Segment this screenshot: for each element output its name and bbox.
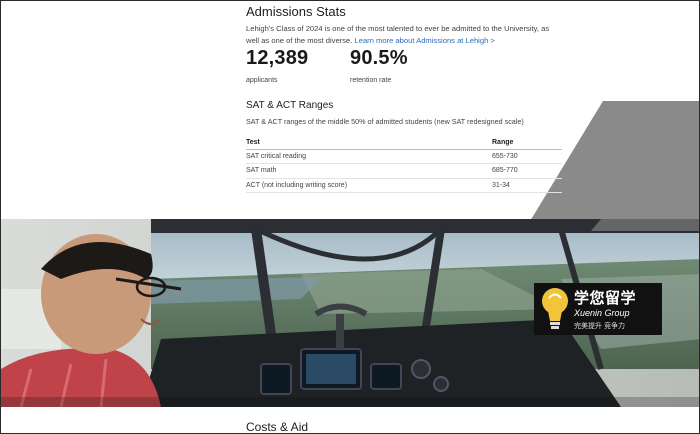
learn-more-admissions-link[interactable]: Learn more about Admissions at Lehigh >: [355, 36, 495, 45]
stat-value: 90.5%: [350, 47, 408, 69]
watermark-title: 学您留学: [574, 290, 637, 307]
page-frame: Admissions Stats Lehigh's Class of 2024 …: [0, 0, 700, 434]
column-header-test: Test: [246, 137, 492, 150]
watermark-tagline: 完美提升 竞争力: [574, 323, 625, 330]
xuenin-group-watermark: 学您留学 Xuenin Group 完美提升 竞争力: [534, 283, 662, 335]
lightbulb-logo-icon: [542, 288, 568, 329]
range-cell: 685-770: [492, 163, 562, 179]
table-row: SAT math 685-770: [246, 163, 562, 179]
stat-value: 12,389: [246, 47, 309, 69]
stat-applicants: 12,389 applicants: [246, 47, 308, 84]
sat-act-table: Test Range SAT critical reading 655-730 …: [246, 137, 562, 193]
costs-aid-heading: Costs & Aid: [246, 420, 309, 434]
admissions-stats-heading: Admissions Stats: [246, 4, 346, 19]
table-header-row: Test Range: [246, 137, 562, 150]
range-cell: 655-730: [492, 149, 562, 164]
admissions-intro: Lehigh's Class of 2024 is one of the mos…: [246, 23, 561, 47]
table-row: SAT critical reading 655-730: [246, 149, 562, 164]
sat-act-heading: SAT & ACT Ranges: [246, 100, 334, 111]
sat-act-description: SAT & ACT ranges of the middle 50% of ad…: [246, 117, 524, 126]
test-cell: SAT critical reading: [246, 149, 492, 164]
range-cell: 31-34: [492, 178, 562, 193]
stat-label: applicants: [246, 77, 278, 84]
stat-label: retention rate: [350, 77, 392, 84]
test-cell: ACT (not including writing score): [246, 178, 492, 193]
watermark-subtitle: Xuenin Group: [574, 308, 630, 318]
table-row: ACT (not including writing score) 31-34: [246, 178, 562, 193]
stat-retention: 90.5% retention rate: [350, 47, 408, 84]
column-header-range: Range: [492, 137, 562, 150]
test-cell: SAT math: [246, 163, 492, 179]
